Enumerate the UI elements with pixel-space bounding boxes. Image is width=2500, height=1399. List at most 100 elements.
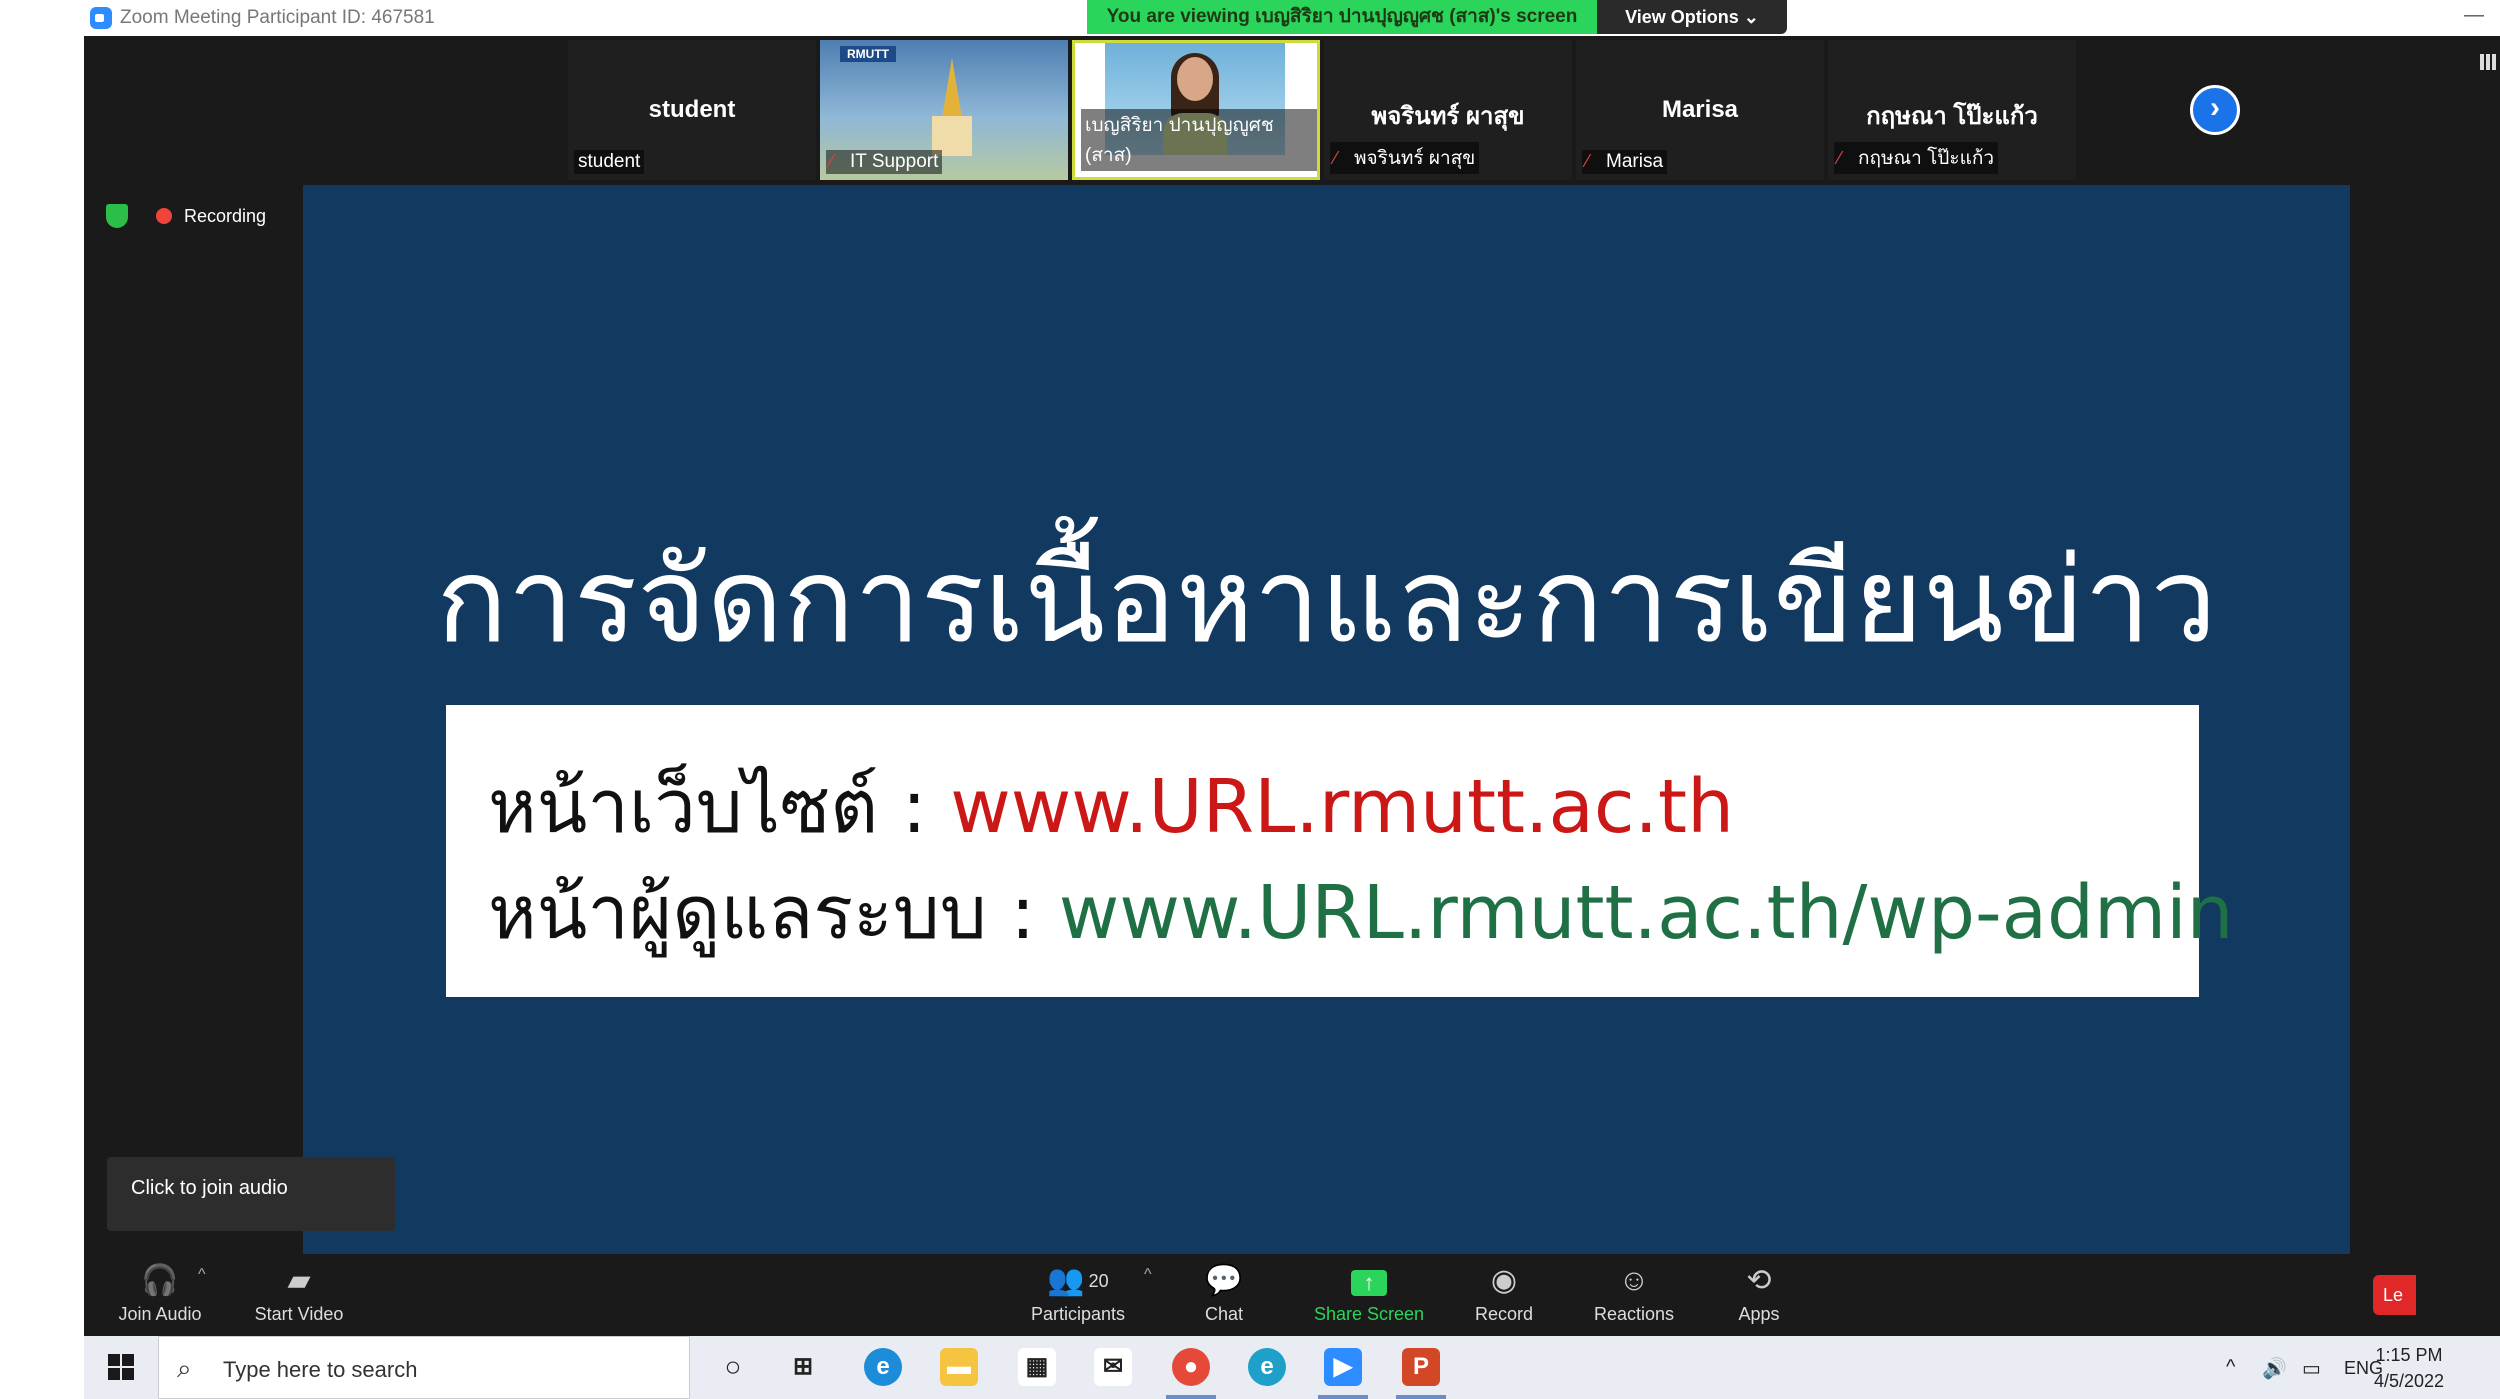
security-shield-icon[interactable] xyxy=(106,204,128,228)
admin-url: www.URL.rmutt.ac.th/wp-admin xyxy=(1058,870,2234,956)
apps-label: Apps xyxy=(1738,1304,1780,1324)
start-video-label: Start Video xyxy=(254,1304,344,1324)
participant-tile-student[interactable]: student student xyxy=(568,40,816,180)
edge-icon[interactable]: e xyxy=(864,1348,902,1386)
participant-label: student xyxy=(574,150,645,174)
zoom-taskbar-icon[interactable]: ▶ xyxy=(1324,1348,1362,1386)
search-placeholder: Type here to search xyxy=(223,1357,418,1382)
admin-label: หน้าผู้ดูแลระบบ : xyxy=(488,870,1059,956)
participant-name: พจรินทร์ ผาสุข xyxy=(1371,103,1525,130)
participant-name: Marisa xyxy=(1661,96,1739,123)
chrome-icon[interactable]: ● xyxy=(1172,1348,1210,1386)
participant-label: ⁄ IT Support xyxy=(826,150,943,174)
chat-label: Chat xyxy=(1204,1304,1244,1324)
mic-muted-icon: ⁄ xyxy=(830,151,834,171)
meeting-toolbar: 🎧 Join Audio ^ ▰ Start Video 👥 20 Partici… xyxy=(84,1254,2500,1336)
record-icon: ◉ xyxy=(1490,1264,1518,1297)
participant-label-text: IT Support xyxy=(850,151,939,172)
gallery-view-icon[interactable] xyxy=(2480,54,2496,70)
reactions-label: Reactions xyxy=(1593,1304,1675,1324)
minimize-button[interactable]: — xyxy=(2464,4,2484,27)
network-icon[interactable]: ▭ xyxy=(2302,1356,2321,1381)
participants-button[interactable]: 👥 20 Participants xyxy=(1018,1264,1138,1325)
participants-label: Participants xyxy=(1030,1304,1126,1324)
window-title: Zoom Meeting Participant ID: 467581 xyxy=(120,7,435,28)
meeting-area: student student RMUTT ⁄ IT Support เบญสิร… xyxy=(84,36,2500,1336)
participants-caret[interactable]: ^ xyxy=(1144,1266,1152,1284)
headphones-icon: 🎧 xyxy=(141,1264,179,1297)
rmutt-logo: RMUTT xyxy=(840,46,896,62)
mic-muted-icon: ⁄ xyxy=(1586,151,1590,171)
join-audio-tooltip: Click to join audio xyxy=(107,1157,395,1231)
join-audio-label: Join Audio xyxy=(118,1304,202,1324)
search-icon: ⌕ xyxy=(177,1353,192,1383)
taskbar-search[interactable]: ⌕ Type here to search xyxy=(158,1336,690,1399)
share-screen-button[interactable]: ↑ Share Screen xyxy=(1304,1264,1434,1325)
admin-line: หน้าผู้ดูแลระบบ : www.URL.rmutt.ac.th/wp… xyxy=(488,853,2234,971)
recording-icon xyxy=(156,208,172,224)
participants-icon: 👥 20 xyxy=(1047,1264,1109,1297)
slide-title: การจัดการเนื้อหาและการเขียนข่าว xyxy=(436,531,2217,669)
website-line: หน้าเว็บไซต์ : www.URL.rmutt.ac.th xyxy=(488,747,1734,865)
powerpoint-active-indicator xyxy=(1396,1395,1446,1399)
shared-screen-slide: การจัดการเนื้อหาและการเขียนข่าว หน้าเว็บ… xyxy=(303,185,2350,1289)
zoom-active-indicator xyxy=(1318,1395,1368,1399)
start-button[interactable] xyxy=(108,1354,134,1380)
powerpoint-icon[interactable]: P xyxy=(1402,1348,1440,1386)
chat-icon: 💬 xyxy=(1205,1264,1243,1297)
chat-button[interactable]: 💬 Chat xyxy=(1184,1264,1264,1325)
cortana-icon[interactable]: ○ xyxy=(714,1348,752,1386)
windows-taskbar: ⌕ Type here to search ○ ⊞ e ▬ ▦ ✉ ● e ▶ … xyxy=(84,1336,2500,1399)
participant-label: ⁄ กฤษณา โป๊ะแก้ว xyxy=(1834,142,1998,174)
participant-name: student xyxy=(648,96,736,123)
join-audio-button[interactable]: 🎧 Join Audio xyxy=(110,1264,210,1325)
clock-time: 1:15 PM xyxy=(2375,1345,2443,1365)
file-explorer-icon[interactable]: ▬ xyxy=(940,1348,978,1386)
participant-tile-it-support[interactable]: RMUTT ⁄ IT Support xyxy=(820,40,1068,180)
participant-label-text: กฤษณา โป๊ะแก้ว xyxy=(1858,148,1994,169)
website-url: www.URL.rmutt.ac.th xyxy=(950,764,1734,850)
record-label: Record xyxy=(1474,1304,1534,1324)
participant-label: เบญสิริยา ปานปุญญูศช (สาส) xyxy=(1081,109,1317,171)
participant-label-text: พจรินทร์ ผาสุข xyxy=(1354,148,1476,169)
recording-label: Recording xyxy=(184,206,267,226)
temple-image xyxy=(932,58,972,158)
task-view-icon[interactable]: ⊞ xyxy=(784,1348,822,1386)
leave-button[interactable]: Le xyxy=(2373,1275,2416,1315)
slide-url-box: หน้าเว็บไซต์ : www.URL.rmutt.ac.th หน้าผ… xyxy=(446,705,2234,997)
next-page-button[interactable]: › xyxy=(2190,85,2240,135)
edge-beta-icon[interactable]: e xyxy=(1248,1348,1286,1386)
participant-tile-kritsana[interactable]: กฤษณา โป๊ะแก้ว ⁄ กฤษณา โป๊ะแก้ว xyxy=(1828,40,2076,180)
share-screen-icon: ↑ xyxy=(1304,1264,1434,1298)
mail-icon[interactable]: ✉ xyxy=(1094,1348,1132,1386)
participant-tile-presenter[interactable]: เบญสิริยา ปานปุญญูศช (สาส) xyxy=(1072,40,1320,180)
participant-label-text: Marisa xyxy=(1606,151,1664,172)
record-button[interactable]: ◉ Record xyxy=(1464,1264,1544,1325)
participant-label: ⁄ พจรินทร์ ผาสุข xyxy=(1330,142,1480,174)
reactions-button[interactable]: ☺ Reactions xyxy=(1584,1264,1684,1325)
apps-button[interactable]: ⟲ Apps xyxy=(1724,1264,1794,1325)
video-off-icon: ▰ xyxy=(287,1264,311,1297)
zoom-logo-icon xyxy=(90,7,112,29)
chrome-active-indicator xyxy=(1166,1395,1216,1399)
start-video-button[interactable]: ▰ Start Video xyxy=(244,1264,354,1325)
volume-icon[interactable]: 🔊 xyxy=(2262,1356,2287,1381)
participant-label: ⁄ Marisa xyxy=(1582,150,1668,174)
store-icon[interactable]: ▦ xyxy=(1018,1348,1056,1386)
taskbar-clock[interactable]: 1:15 PM 4/5/2022 xyxy=(2374,1342,2444,1394)
reactions-icon: ☺ xyxy=(1618,1264,1650,1297)
viewing-banner: You are viewing เบญสิริยา ปานปุญญูศช (สา… xyxy=(1087,0,1597,34)
audio-options-caret[interactable]: ^ xyxy=(198,1266,206,1284)
gallery-strip: student student RMUTT ⁄ IT Support เบญสิร… xyxy=(568,36,2158,182)
participant-tile-potjarin[interactable]: พจรินทร์ ผาสุข ⁄ พจรินทร์ ผาสุข xyxy=(1324,40,1572,180)
mic-muted-icon: ⁄ xyxy=(1334,148,1338,168)
view-options-button[interactable]: View Options ⌄ xyxy=(1597,0,1787,34)
participant-tile-marisa[interactable]: Marisa ⁄ Marisa xyxy=(1576,40,1824,180)
share-screen-label: Share Screen xyxy=(1313,1304,1425,1324)
mic-muted-icon: ⁄ xyxy=(1838,148,1842,168)
website-label: หน้าเว็บไซต์ : xyxy=(488,764,951,850)
apps-icon: ⟲ xyxy=(1746,1264,1772,1297)
participants-count: 20 xyxy=(1088,1271,1109,1291)
tray-chevron-icon[interactable]: ^ xyxy=(2226,1356,2235,1379)
participant-name: กฤษณา โป๊ะแก้ว xyxy=(1866,103,2038,130)
